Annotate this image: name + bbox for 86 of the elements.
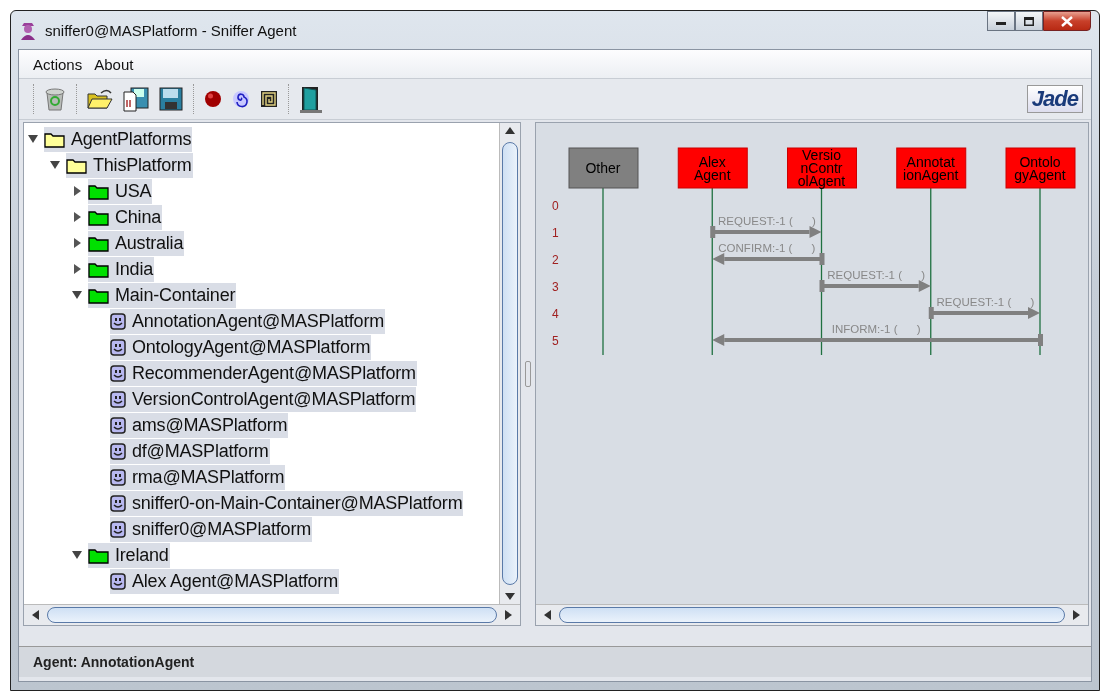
row-number: 4 xyxy=(552,307,559,321)
tree-toggle-icon[interactable] xyxy=(72,264,82,274)
spiral-icon[interactable] xyxy=(232,90,250,108)
smiley-agent-icon xyxy=(110,416,126,434)
square-spiral-icon[interactable] xyxy=(260,90,278,108)
smiley-agent-icon xyxy=(110,390,126,408)
folder-icon xyxy=(66,156,87,174)
tree-toggle-icon[interactable] xyxy=(72,238,82,248)
tree-toggle-icon[interactable] xyxy=(72,186,82,196)
minimize-button[interactable] xyxy=(987,11,1015,31)
message-arrow[interactable] xyxy=(712,253,825,265)
message-arrow[interactable] xyxy=(710,226,822,238)
tree-toggle-icon[interactable] xyxy=(72,290,82,300)
tree-toggle-icon[interactable] xyxy=(72,212,82,222)
record-icon[interactable] xyxy=(204,90,222,108)
agent-box[interactable]: Ontolo gyAgent xyxy=(1005,147,1076,189)
tree-item[interactable]: sniffer0@MASPlatform xyxy=(110,516,312,542)
agent-box[interactable]: Other xyxy=(568,147,639,189)
smiley-agent-icon xyxy=(110,364,126,382)
message-arrow[interactable] xyxy=(928,307,1040,319)
tree-item[interactable]: ThisPlatform xyxy=(66,152,193,178)
window-title: sniffer0@MASPlatform - Sniffer Agent xyxy=(45,21,297,39)
folder-icon xyxy=(88,182,109,200)
close-button[interactable] xyxy=(1043,11,1091,31)
trash-can-icon[interactable] xyxy=(44,87,66,111)
tree-item[interactable]: OntologyAgent@MASPlatform xyxy=(110,334,372,360)
row-number: 0 xyxy=(552,199,559,213)
logo: Jade xyxy=(1026,85,1083,113)
folder-icon xyxy=(88,286,109,304)
smiley-agent-icon xyxy=(110,572,126,590)
row-number: 2 xyxy=(552,253,559,267)
agent-box[interactable]: Alex Agent xyxy=(677,147,748,189)
smiley-agent-icon xyxy=(110,338,126,356)
smiley-agent-icon xyxy=(110,468,126,486)
message-arrow[interactable] xyxy=(819,280,931,292)
horizontal-scrollbar[interactable] xyxy=(24,604,521,625)
message-label: REQUEST:-1 ( ) xyxy=(718,215,816,227)
tree-item[interactable]: ams@MASPlatform xyxy=(110,412,289,438)
tree-item[interactable]: Alex Agent@MASPlatform xyxy=(110,568,339,594)
row-number: 1 xyxy=(552,226,559,240)
agent-box[interactable]: Versio nContr olAgent xyxy=(787,147,857,189)
menu-item[interactable]: Actions xyxy=(33,55,83,73)
tree-item[interactable]: AnnotationAgent@MASPlatform xyxy=(110,308,385,334)
status-text: Agent: AnnotationAgent xyxy=(33,654,195,670)
message-arrow[interactable] xyxy=(712,334,1043,346)
folder-icon xyxy=(88,260,109,278)
tree-item[interactable]: India xyxy=(88,256,155,282)
smiley-agent-icon xyxy=(110,520,126,538)
message-label: REQUEST:-1 ( ) xyxy=(936,296,1035,308)
tree-item[interactable]: df@MASPlatform xyxy=(110,438,270,464)
tree-item[interactable]: rma@MASPlatform xyxy=(110,464,286,490)
tree-toggle-icon[interactable] xyxy=(28,134,38,144)
message-label: CONFIRM:-1 ( ) xyxy=(718,242,816,254)
horizontal-scrollbar[interactable] xyxy=(536,604,1088,625)
tree-item[interactable]: Australia xyxy=(88,230,185,256)
folder-icon xyxy=(88,234,109,252)
tree-item[interactable]: VersionControlAgent@MASPlatform xyxy=(110,386,417,412)
tree-toggle-icon[interactable] xyxy=(72,550,82,560)
row-number: 3 xyxy=(552,280,559,294)
tree-toggle-icon[interactable] xyxy=(50,160,60,170)
open-folder-icon[interactable] xyxy=(87,88,113,110)
row-number: 5 xyxy=(552,334,559,348)
folder-icon xyxy=(44,130,65,148)
tree-item[interactable]: RecommenderAgent@MASPlatform xyxy=(110,360,417,386)
smiley-agent-icon xyxy=(110,442,126,460)
spy-figure-icon xyxy=(19,20,37,40)
tree-item[interactable]: Main-Container xyxy=(88,282,237,308)
folder-icon xyxy=(88,546,109,564)
menu-item[interactable]: About xyxy=(94,55,134,73)
tree-item[interactable]: USA xyxy=(88,178,153,204)
door-icon[interactable] xyxy=(299,85,323,113)
save-as-icon[interactable] xyxy=(123,86,149,112)
tree-item[interactable]: China xyxy=(88,204,163,230)
smiley-agent-icon xyxy=(110,312,126,330)
folder-icon xyxy=(88,208,109,226)
message-label: INFORM:-1 ( ) xyxy=(831,323,921,335)
tree-item[interactable]: AgentPlatforms xyxy=(44,126,193,152)
tree-item[interactable]: Ireland xyxy=(88,542,170,568)
tree-item[interactable]: sniffer0-on-Main-Container@MASPlatform xyxy=(110,490,464,516)
vertical-scrollbar[interactable] xyxy=(499,123,521,604)
maximize-icon xyxy=(1024,16,1034,26)
message-label: REQUEST:-1 ( ) xyxy=(827,269,925,281)
maximize-button[interactable] xyxy=(1015,11,1043,31)
agent-box[interactable]: Annotat ionAgent xyxy=(896,147,967,189)
close-icon xyxy=(1061,15,1073,27)
smiley-agent-icon xyxy=(110,494,126,512)
